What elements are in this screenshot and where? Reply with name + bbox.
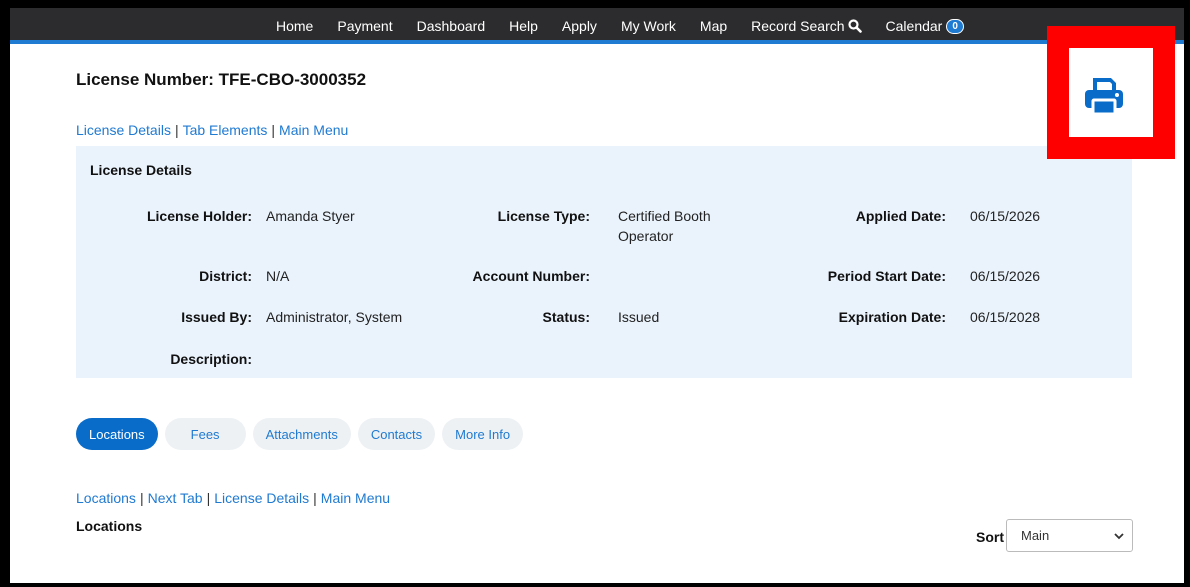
tab-contacts[interactable]: Contacts xyxy=(357,418,436,450)
expiration-value: 06/15/2028 xyxy=(970,309,1041,325)
top-navigation: Home Payment Dashboard Help Apply My Wor… xyxy=(10,8,1184,44)
applied-date-value: 06/15/2026 xyxy=(970,208,1041,224)
chevron-down-icon xyxy=(1114,533,1124,540)
print-button[interactable] xyxy=(1083,76,1125,121)
tab-more-info[interactable]: More Info xyxy=(442,418,524,450)
nav-record-search[interactable]: Record Search xyxy=(751,18,862,34)
tab-bar: Locations Fees Attachments Contacts More… xyxy=(76,418,530,450)
link-locations[interactable]: Locations xyxy=(76,490,136,506)
sort-selected-value: Main xyxy=(1021,528,1050,543)
nav-apply[interactable]: Apply xyxy=(562,18,597,34)
district-label: District: xyxy=(199,268,252,284)
page-title: License Number: TFE-CBO-3000352 xyxy=(76,70,367,89)
status-value: Issued xyxy=(618,309,660,325)
bottom-breadcrumb-links: Locations | Next Tab | License Details | Main … xyxy=(76,490,391,506)
panel-title: License Details xyxy=(90,162,192,178)
nav-home[interactable]: Home xyxy=(276,18,313,34)
tab-locations[interactable]: Locations xyxy=(76,418,158,450)
nav-help[interactable]: Help xyxy=(509,18,538,34)
issued-by-label: Issued By: xyxy=(181,309,252,325)
link-tab-elements[interactable]: Tab Elements xyxy=(183,122,268,138)
license-holder-value: Amanda Styer xyxy=(266,208,355,224)
link-license-details[interactable]: License Details xyxy=(76,122,171,138)
sort-label: Sort xyxy=(976,529,1004,545)
nav-payment[interactable]: Payment xyxy=(337,18,392,34)
issued-by-value: Administrator, System xyxy=(266,309,403,325)
license-holder-label: License Holder: xyxy=(146,208,252,224)
tab-attachments[interactable]: Attachments xyxy=(252,418,351,450)
nav-my-work[interactable]: My Work xyxy=(621,18,676,34)
nav-dashboard[interactable]: Dashboard xyxy=(417,18,486,34)
link-license-details-bottom[interactable]: License Details xyxy=(214,490,309,506)
app-window: Home Payment Dashboard Help Apply My Wor… xyxy=(10,8,1184,583)
top-breadcrumb-links: License Details | Tab Elements | Main Menu xyxy=(76,122,349,138)
status-label: Status: xyxy=(542,309,590,325)
license-type-line1: Certified Booth xyxy=(618,208,711,224)
license-type-value: Certified Booth Operator xyxy=(618,206,711,246)
printer-icon xyxy=(1085,78,1123,116)
tab-fees[interactable]: Fees xyxy=(164,418,246,450)
sort-select[interactable]: Main xyxy=(1006,519,1133,552)
record-search-label: Record Search xyxy=(751,18,845,34)
applied-date-label: Applied Date: xyxy=(855,208,946,224)
link-main-menu-bottom[interactable]: Main Menu xyxy=(321,490,390,506)
search-icon xyxy=(847,19,862,33)
license-type-line2: Operator xyxy=(618,228,674,244)
license-details-panel: License Details License Holder: Amanda S… xyxy=(76,146,1132,378)
link-next-tab[interactable]: Next Tab xyxy=(148,490,203,506)
locations-section-title: Locations xyxy=(76,518,143,534)
district-value: N/A xyxy=(266,268,290,284)
period-start-value: 06/15/2026 xyxy=(970,268,1041,284)
calendar-label: Calendar xyxy=(885,18,943,34)
period-start-label: Period Start Date: xyxy=(827,268,946,284)
calendar-count-badge: 0 xyxy=(946,18,964,34)
description-label: Description: xyxy=(170,351,252,367)
nav-map[interactable]: Map xyxy=(700,18,727,34)
account-number-label: Account Number: xyxy=(472,268,590,284)
license-type-label: License Type: xyxy=(497,208,590,224)
link-main-menu[interactable]: Main Menu xyxy=(279,122,348,138)
nav-calendar[interactable]: Calendar 0 xyxy=(886,18,964,34)
expiration-label: Expiration Date: xyxy=(838,309,946,325)
